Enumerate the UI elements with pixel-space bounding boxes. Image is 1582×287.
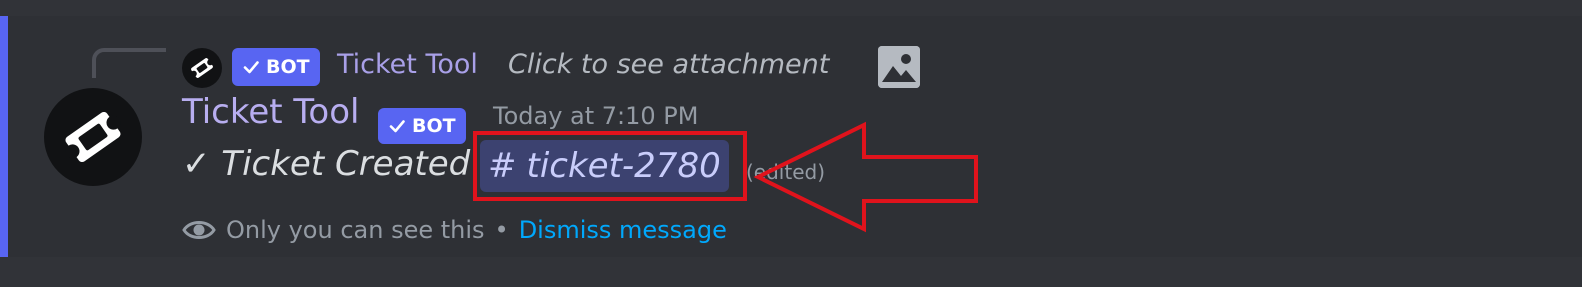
checkmark-icon (243, 61, 259, 74)
annotation-highlight-box (473, 131, 747, 201)
reply-bot-tag: BOT (232, 48, 320, 86)
ephemeral-accent-bar (0, 16, 8, 257)
author-avatar[interactable] (44, 88, 142, 186)
message-timestamp[interactable]: Today at 7:10 PM (493, 102, 699, 130)
reply-spine (92, 48, 166, 78)
author-bot-label: BOT (412, 115, 456, 137)
message-content: ✓ Ticket Created (182, 144, 471, 184)
author-name[interactable]: Ticket Tool (182, 92, 359, 132)
ephemeral-notice: Only you can see this • Dismiss message (182, 214, 727, 246)
reply-author[interactable]: Ticket Tool (337, 49, 478, 80)
annotation-arrow (753, 121, 978, 233)
author-bot-tag: BOT (378, 108, 466, 144)
ephemeral-text: Only you can see this (226, 216, 485, 244)
reply-avatar[interactable] (182, 48, 222, 88)
message-row: BOT Ticket Tool Click to see attachment … (0, 16, 1582, 257)
ticket-icon (65, 111, 121, 163)
checkmark-icon (389, 120, 405, 133)
reply-preview[interactable]: Click to see attachment (508, 49, 829, 80)
ephemeral-separator: • (494, 216, 509, 244)
image-icon[interactable] (878, 46, 920, 88)
ticket-icon (190, 58, 214, 78)
dismiss-message-link[interactable]: Dismiss message (519, 216, 727, 244)
eye-icon (182, 221, 216, 239)
reply-bot-label: BOT (266, 56, 310, 78)
